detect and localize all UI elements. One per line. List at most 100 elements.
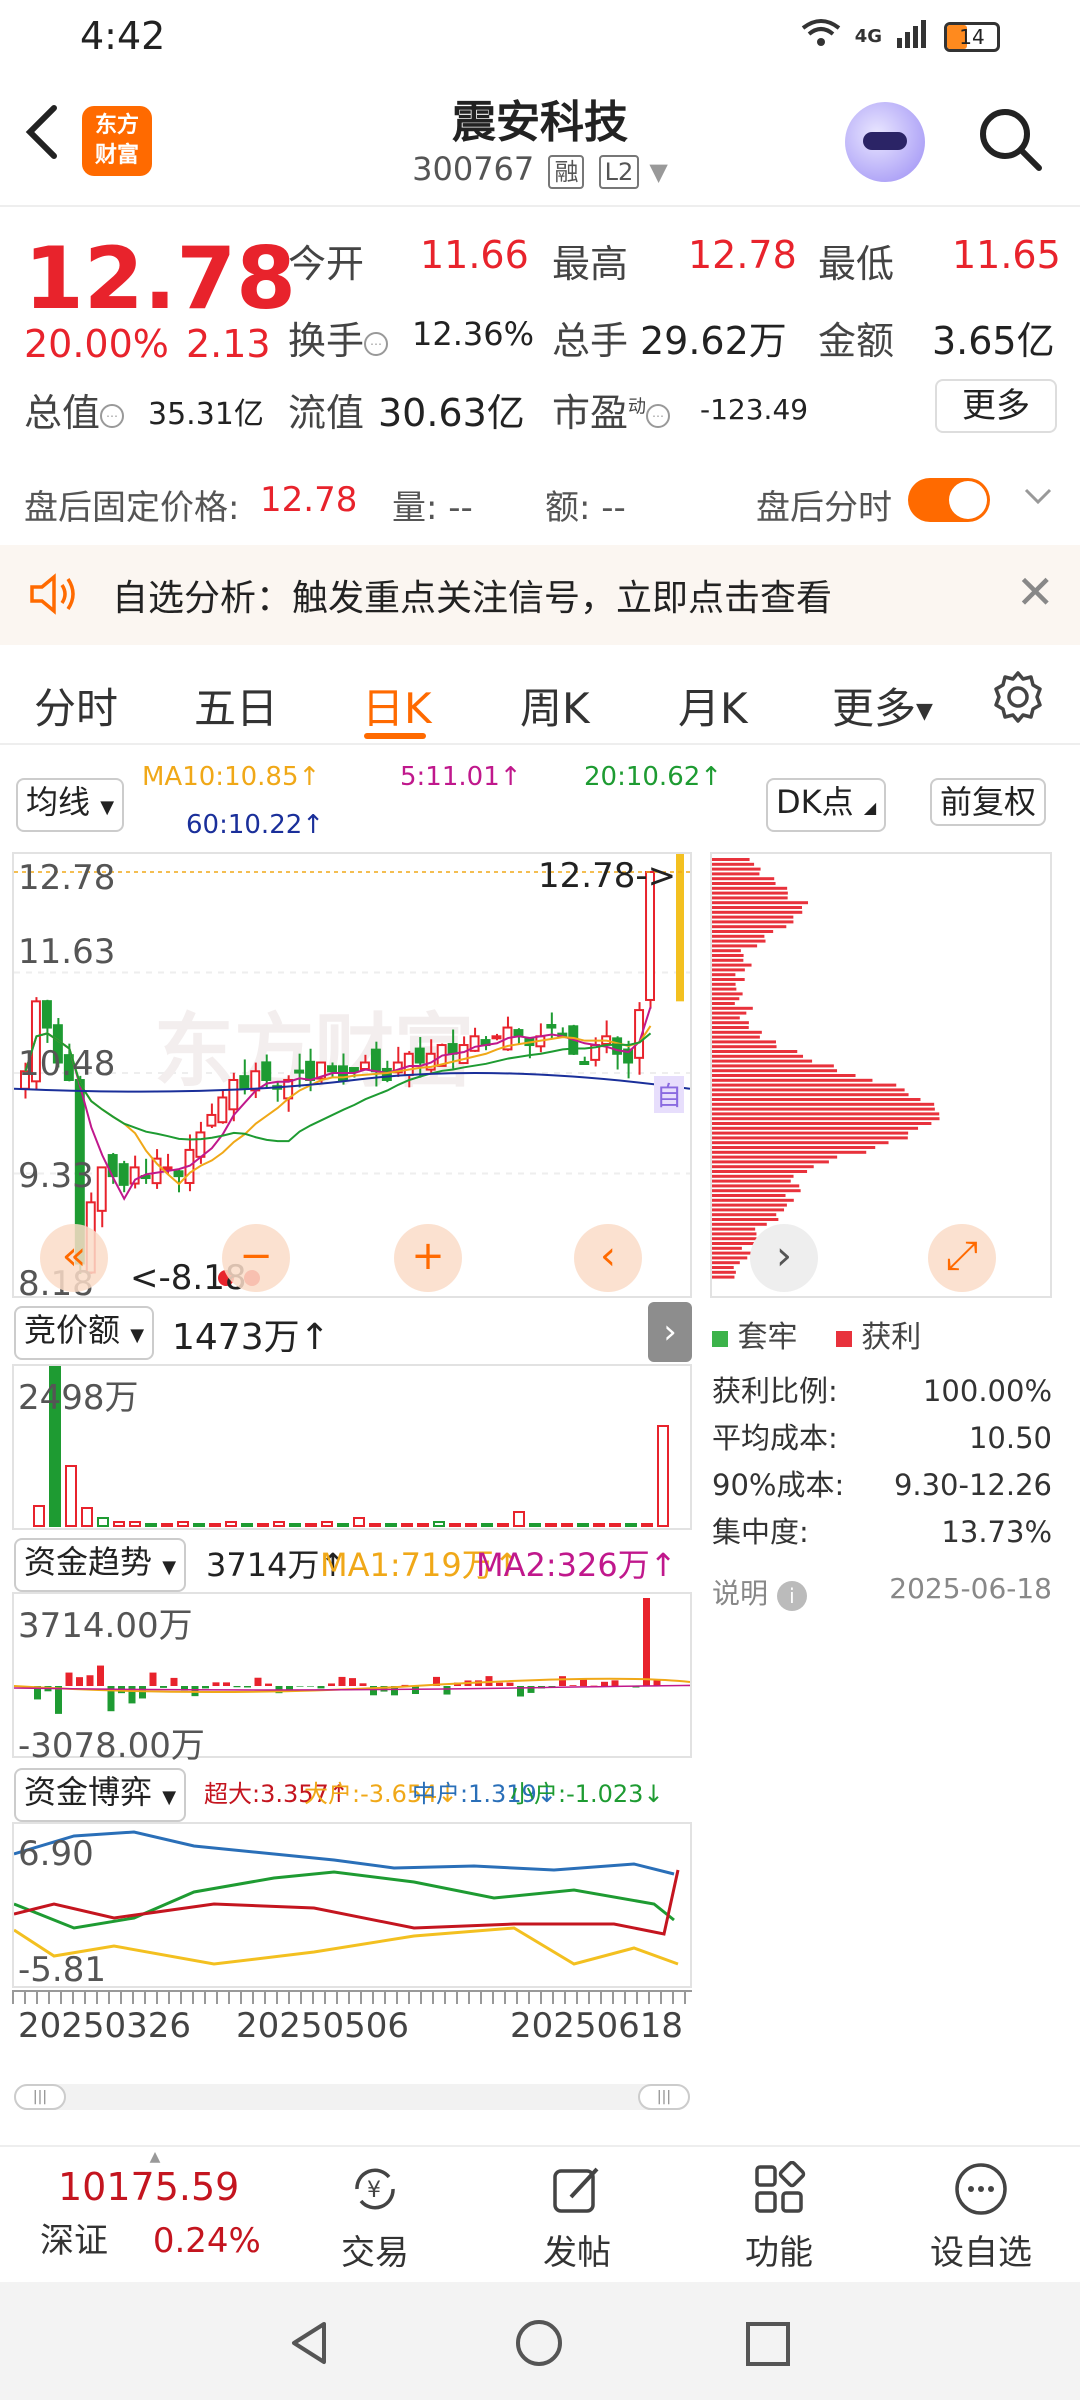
info-icon[interactable]: ⋯ — [364, 331, 389, 356]
tab-weekly-k[interactable]: 周K — [520, 675, 590, 736]
tab-five-day[interactable]: 五日 — [194, 675, 278, 736]
open-label: 今开 — [288, 242, 365, 286]
chevron-right-icon[interactable]: › — [750, 1224, 818, 1292]
chip-bar — [712, 1237, 757, 1241]
search-icon[interactable] — [975, 104, 1045, 174]
fund-bar — [611, 1680, 619, 1686]
nav-home-icon[interactable] — [514, 2318, 564, 2372]
info-icon[interactable]: ⋯ — [646, 403, 671, 428]
nav-back-icon[interactable] — [284, 2318, 334, 2372]
fund-bar — [317, 1686, 325, 1689]
auction-bar — [577, 1523, 589, 1527]
low-label: 最低 — [818, 242, 895, 286]
settings-gear-icon[interactable] — [990, 669, 1046, 729]
y-label-4: 9.33 — [18, 1156, 94, 1196]
dk-point-selector[interactable]: DK点 ◢ — [766, 778, 887, 832]
chip-date: 2025-06-18 — [889, 1572, 1052, 1605]
chip-bar — [712, 1088, 905, 1092]
chip-bar — [712, 1165, 814, 1169]
large-line — [14, 1926, 679, 1966]
chip-bar — [712, 872, 760, 876]
auction-selector[interactable]: 竞价额 ▼ — [14, 1306, 155, 1360]
tab-monthly-k[interactable]: 月K — [678, 675, 748, 736]
date-label-3: 20250618 — [510, 2006, 684, 2046]
back-icon[interactable] — [22, 102, 62, 162]
fund-game-small: 小户:-1.023↓ — [510, 1780, 664, 1808]
close-icon[interactable]: ✕ — [1016, 565, 1055, 619]
fund-game-selector[interactable]: 资金博弈 ▼ — [14, 1768, 187, 1822]
fund-bar — [86, 1675, 94, 1686]
chart-range-scrollbar[interactable]: ||| ||| — [14, 2084, 690, 2110]
status-time: 4:42 — [80, 14, 166, 58]
ma-selector[interactable]: 均线 ▼ — [16, 778, 125, 832]
y-label-2: 11.63 — [18, 932, 116, 972]
candle-body — [239, 1075, 250, 1090]
chip-stat-row: 集中度: 13.73% — [712, 1515, 1052, 1549]
auction-bar — [497, 1523, 509, 1527]
tab-intraday[interactable]: 分时 — [34, 675, 118, 736]
range-handle-left[interactable]: ||| — [14, 2084, 66, 2110]
chip-distribution-chart[interactable]: › ⤢ — [710, 852, 1052, 1298]
function-button[interactable]: 功能 — [704, 2160, 854, 2274]
trade-button[interactable]: ¥ 交易 — [300, 2161, 450, 2274]
signal-icon — [896, 18, 930, 55]
tab-daily-k[interactable]: 日K — [362, 675, 432, 736]
zoom-in-icon[interactable]: + — [394, 1224, 462, 1292]
auction-y-top: 2498万 — [18, 1378, 139, 1418]
active-tab-indicator — [364, 733, 426, 739]
fund-bar — [328, 1683, 335, 1686]
fund-bar — [559, 1676, 566, 1686]
kline-chart[interactable]: 东方财富 12.78 11.63 10.48 9.33 8.18 12.78->… — [12, 852, 692, 1304]
index-ticker[interactable]: ▲ 10175.59 深证 0.24% — [40, 2149, 270, 2262]
auction-bar — [529, 1523, 541, 1527]
add-watchlist-button[interactable]: 设自选 — [906, 2161, 1056, 2274]
fund-bar — [601, 1681, 608, 1686]
range-handle-right[interactable]: ||| — [638, 2084, 690, 2110]
scroll-left-fast-icon[interactable]: « — [40, 1224, 108, 1292]
alert-banner[interactable]: 自选分析：触发重点关注信号，立即点击查看 ✕ — [0, 545, 1080, 645]
chip-note[interactable]: 说明 i — [712, 1572, 807, 1612]
info-icon[interactable]: ⋯ — [100, 403, 125, 428]
more-button[interactable]: 更多 — [935, 379, 1057, 433]
price-adjust-button[interactable]: 前复权 — [930, 778, 1047, 826]
zoom-out-icon[interactable]: − — [222, 1224, 290, 1292]
chip-stat-row: 平均成本: 10.50 — [712, 1421, 1052, 1455]
candle-body — [381, 1067, 392, 1081]
after-hours-toggle[interactable] — [908, 478, 990, 522]
change-percent: 20.00% — [24, 322, 169, 366]
fund-bar — [496, 1682, 503, 1686]
current-price: 12.78 — [24, 229, 297, 329]
legend-profit: 获利 — [861, 1320, 922, 1355]
brand-logo[interactable]: 东方 财富 — [82, 106, 152, 176]
nav-recents-icon[interactable] — [744, 2320, 792, 2372]
chip-bar — [712, 882, 776, 885]
fund-bar — [244, 1686, 251, 1688]
chip-bar — [712, 954, 744, 957]
chip-bar — [712, 992, 743, 996]
chip-bar — [712, 1064, 834, 1068]
auction-bar — [465, 1523, 477, 1527]
fund-trend-selector[interactable]: 资金趋势 ▼ — [14, 1538, 187, 1592]
post-button[interactable]: 发帖 — [502, 2161, 652, 2274]
auction-bar — [353, 1517, 365, 1527]
assistant-robot-icon[interactable] — [845, 102, 925, 182]
step-left-icon[interactable]: ‹ — [574, 1224, 642, 1292]
svg-text:¥: ¥ — [367, 2178, 381, 2203]
stock-code-row[interactable]: 300767 融 L2 ▼ — [340, 150, 740, 189]
last-price-marker: 12.78-> — [538, 856, 677, 896]
chip-bar — [712, 949, 741, 953]
expand-icon[interactable]: ⤢ — [928, 1224, 996, 1292]
chip-bar — [712, 1112, 940, 1116]
auction-bar — [657, 1425, 669, 1527]
chip-bar — [712, 1232, 757, 1236]
after-hours-amount: 额: -- — [545, 488, 626, 528]
chip-bar — [712, 901, 809, 905]
tab-more[interactable]: 更多▼ — [832, 675, 933, 736]
chevron-down-icon[interactable] — [1022, 480, 1054, 521]
chip-bar — [712, 1016, 740, 1020]
super-line — [14, 1869, 680, 1936]
chip-bar — [712, 877, 775, 881]
fund-bar — [65, 1672, 73, 1686]
chip-bar — [712, 1030, 762, 1034]
chevron-right-icon[interactable]: › — [648, 1302, 692, 1362]
